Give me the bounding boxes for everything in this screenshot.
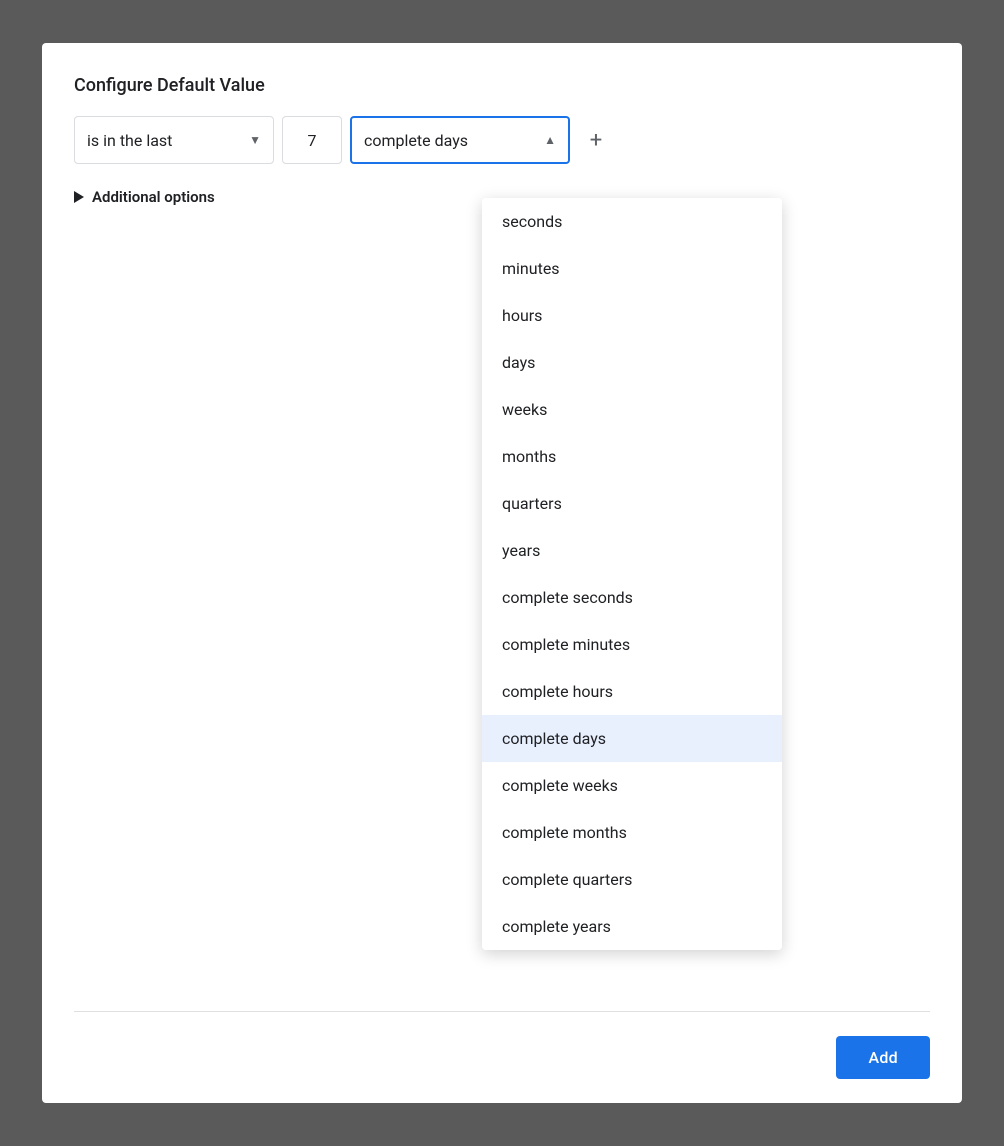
dialog-footer: Add bbox=[74, 1011, 930, 1103]
dropdown-item-complete-seconds[interactable]: complete seconds bbox=[482, 574, 782, 621]
dropdown-item-seconds[interactable]: seconds bbox=[482, 198, 782, 245]
dropdown-item-complete-weeks[interactable]: complete weeks bbox=[482, 762, 782, 809]
condition-arrow-icon: ▼ bbox=[249, 133, 261, 147]
number-input[interactable] bbox=[282, 116, 342, 164]
additional-options-label: Additional options bbox=[92, 188, 215, 206]
dropdown-item-years[interactable]: years bbox=[482, 527, 782, 574]
dropdown-item-weeks[interactable]: weeks bbox=[482, 386, 782, 433]
condition-dropdown[interactable]: is in the last ▼ bbox=[74, 116, 274, 164]
dropdown-item-complete-days[interactable]: complete days bbox=[482, 715, 782, 762]
dropdown-item-months[interactable]: months bbox=[482, 433, 782, 480]
unit-dropdown-menu: secondsminuteshoursdaysweeksmonthsquarte… bbox=[482, 198, 782, 950]
dropdown-item-hours[interactable]: hours bbox=[482, 292, 782, 339]
dropdown-item-quarters[interactable]: quarters bbox=[482, 480, 782, 527]
dropdown-item-complete-minutes[interactable]: complete minutes bbox=[482, 621, 782, 668]
unit-selected-label: complete days bbox=[364, 131, 468, 150]
dropdown-item-complete-hours[interactable]: complete hours bbox=[482, 668, 782, 715]
unit-dropdown[interactable]: complete days ▲ bbox=[350, 116, 570, 164]
plus-icon: + bbox=[590, 128, 602, 153]
dropdown-item-days[interactable]: days bbox=[482, 339, 782, 386]
dropdown-item-complete-years[interactable]: complete years bbox=[482, 903, 782, 950]
plus-button[interactable]: + bbox=[578, 122, 614, 158]
condition-label: is in the last bbox=[87, 131, 172, 150]
controls-row: is in the last ▼ complete days ▲ + bbox=[74, 116, 930, 164]
dropdown-item-minutes[interactable]: minutes bbox=[482, 245, 782, 292]
unit-arrow-icon: ▲ bbox=[544, 133, 556, 147]
add-button[interactable]: Add bbox=[836, 1036, 930, 1079]
dialog-title: Configure Default Value bbox=[74, 75, 930, 96]
dropdown-item-complete-quarters[interactable]: complete quarters bbox=[482, 856, 782, 903]
expand-icon bbox=[74, 191, 84, 203]
dropdown-item-complete-months[interactable]: complete months bbox=[482, 809, 782, 856]
configure-dialog: Configure Default Value is in the last ▼… bbox=[42, 43, 962, 1103]
